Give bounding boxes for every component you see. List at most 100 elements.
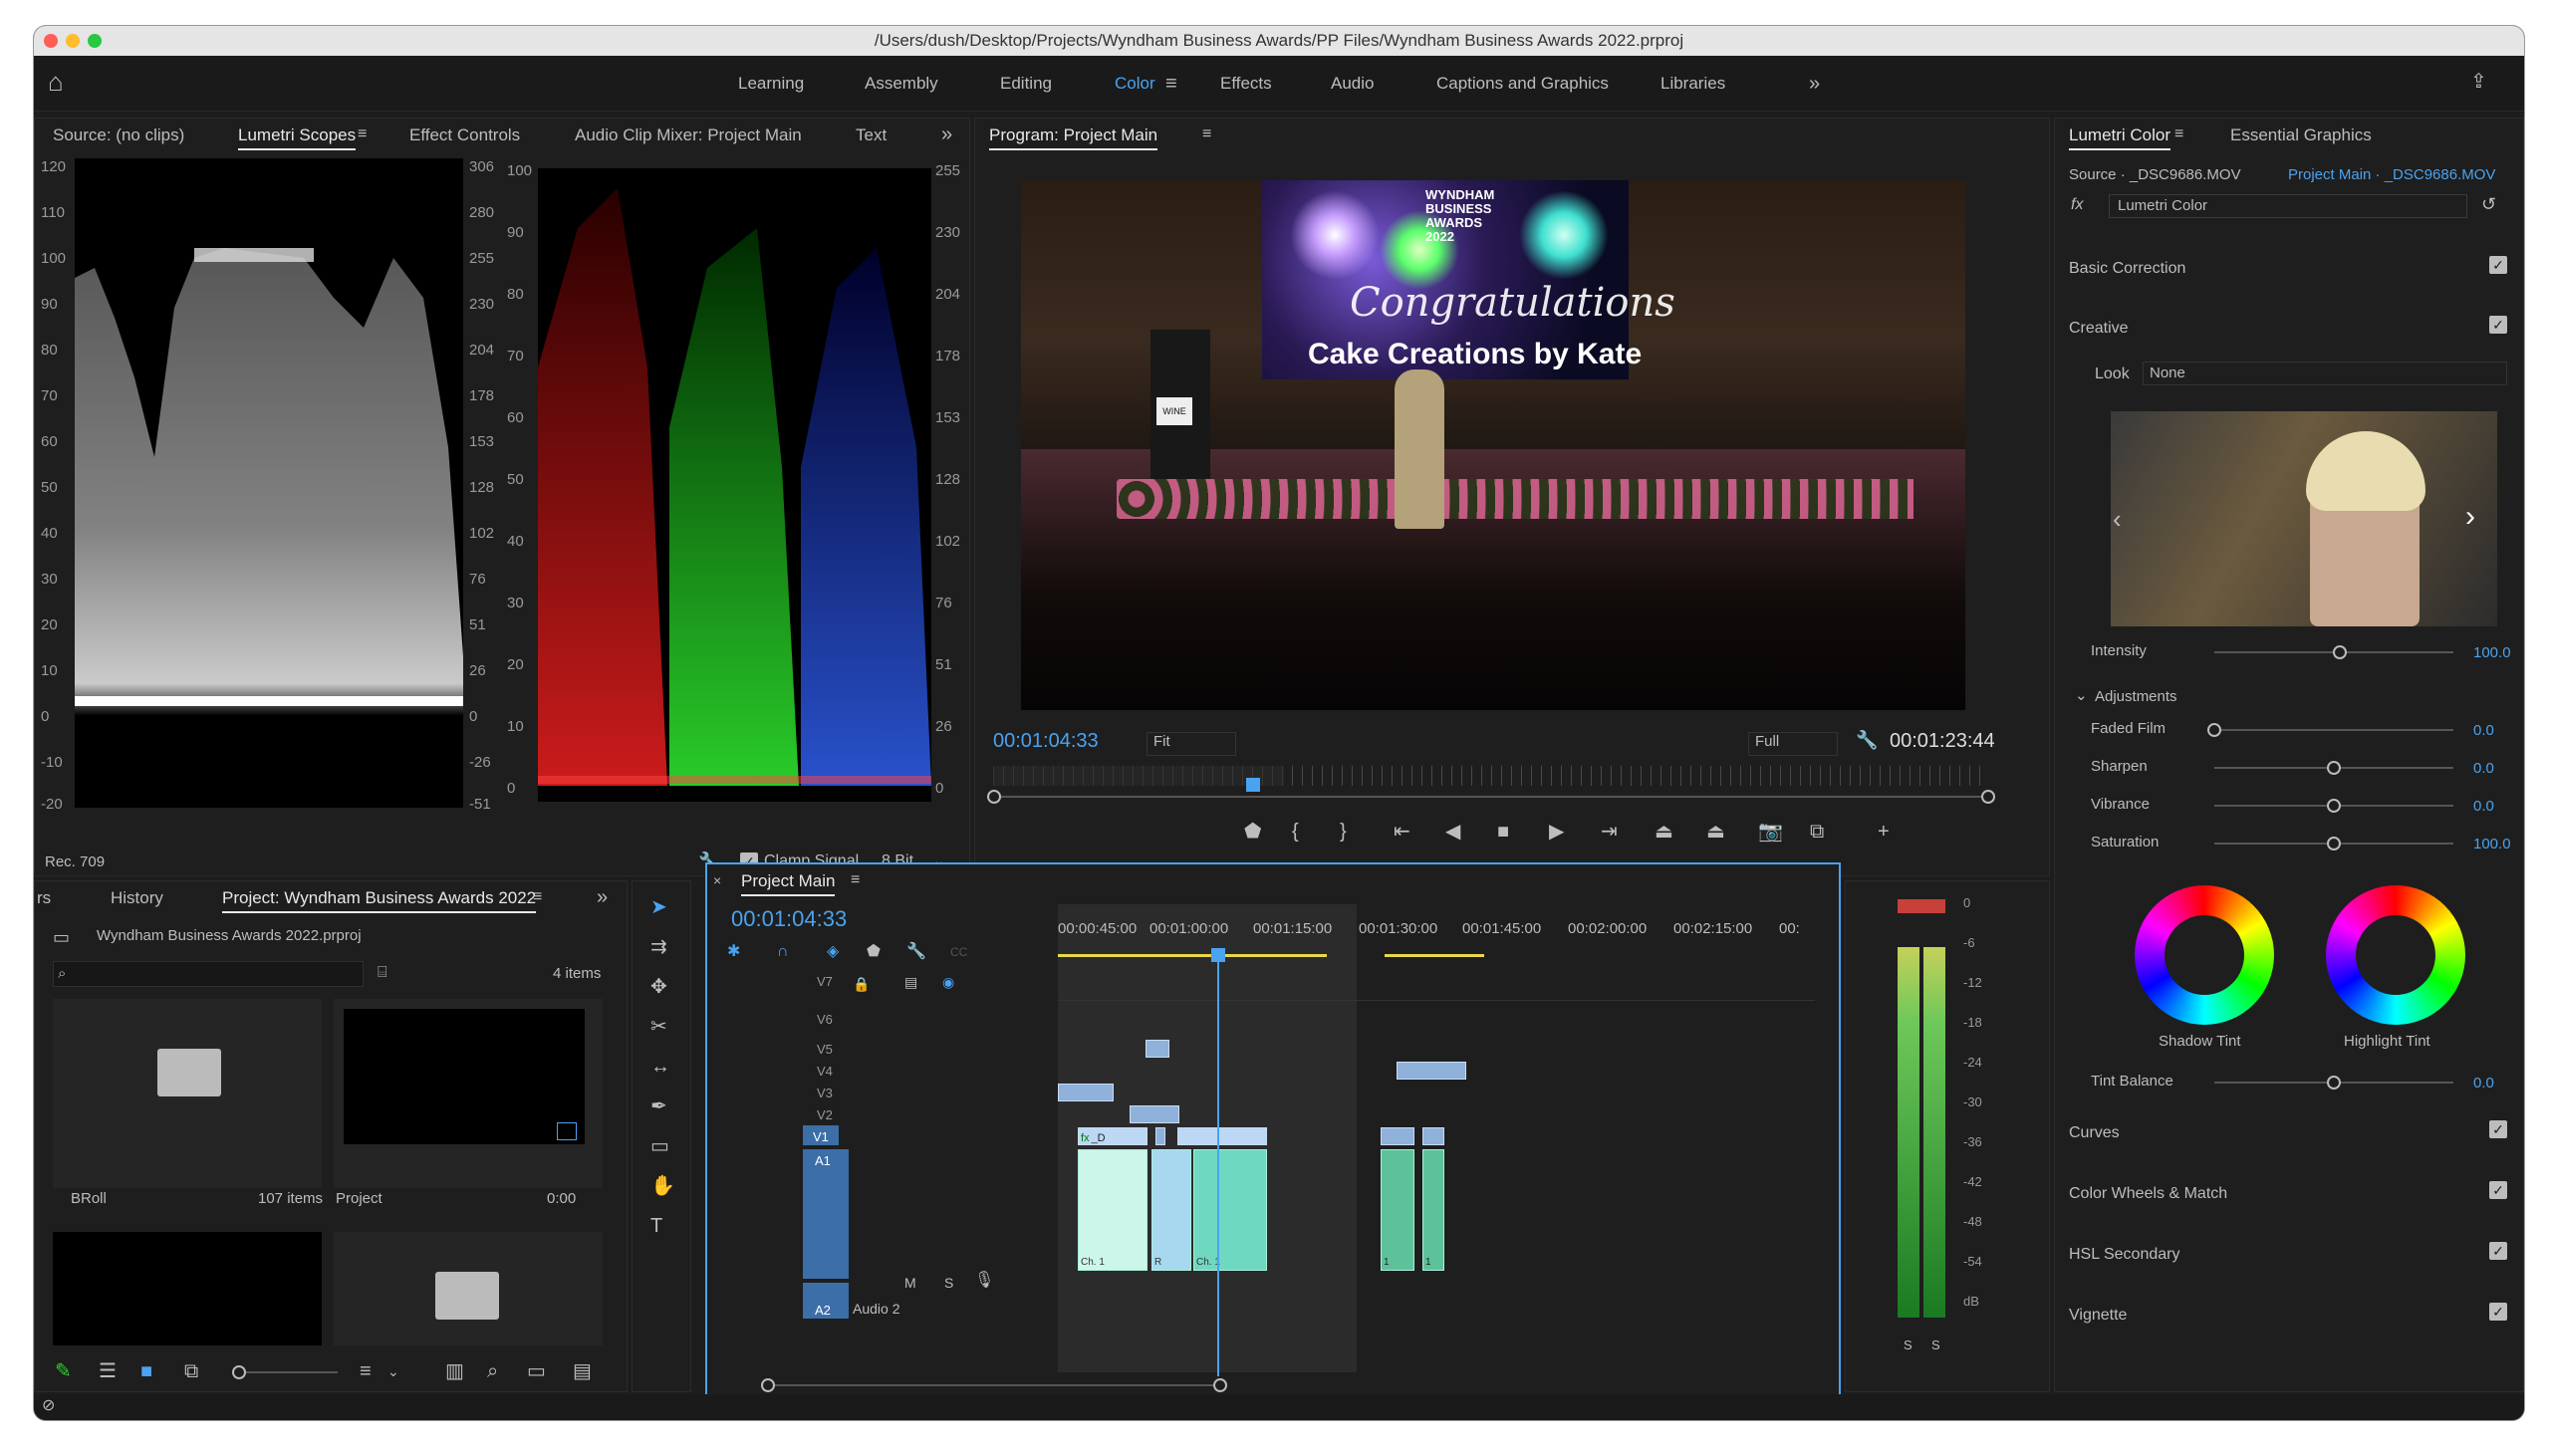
step-forward-icon[interactable]: ▶ [1549, 820, 1564, 844]
section-vignette[interactable]: Vignette [2069, 1307, 2127, 1325]
resolution-select[interactable]: Full [1748, 732, 1838, 756]
list-view-icon[interactable]: ☰ [99, 1359, 117, 1383]
find-icon[interactable]: ⌕ [487, 1359, 498, 1383]
video-clip[interactable] [1130, 1105, 1179, 1123]
hsl-secondary-checkbox[interactable]: ✓ [2489, 1242, 2507, 1260]
mark-out-icon[interactable]: } [1340, 820, 1347, 844]
source-clip[interactable]: Source · _DSC9686.MOV [2069, 166, 2241, 183]
sort-icon[interactable]: ≡ [360, 1359, 372, 1383]
new-search-bin-icon[interactable]: ⌸ [378, 961, 387, 985]
go-to-in-icon[interactable]: ⇤ [1394, 820, 1410, 844]
type-tool-icon[interactable]: T [650, 1214, 662, 1238]
program-timecode[interactable]: 00:01:04:33 [993, 730, 1099, 753]
tab-audio-clip-mixer[interactable]: Audio Clip Mixer: Project Main [575, 119, 802, 152]
scroll-handle-right[interactable] [1213, 1378, 1227, 1392]
audio-clip[interactable]: 1 [1422, 1149, 1444, 1271]
workspace-menu-icon[interactable]: ≡ [1165, 72, 1177, 96]
workspace-editing[interactable]: Editing [1000, 56, 1052, 112]
video-clip[interactable] [1058, 1084, 1114, 1101]
track-label-a2[interactable]: A2 [815, 1303, 831, 1318]
video-clip[interactable] [1381, 1127, 1414, 1145]
new-item-icon[interactable]: ▤ [573, 1359, 592, 1383]
workspace-effects[interactable]: Effects [1220, 56, 1272, 112]
wrench-icon[interactable]: 🔧 [1856, 728, 1878, 752]
step-back-icon[interactable]: ◀ [1445, 820, 1460, 844]
tab-truncated[interactable]: rs [37, 881, 51, 915]
vignette-checkbox[interactable]: ✓ [2489, 1303, 2507, 1321]
toggle-sync-icon[interactable]: ▤ [904, 970, 917, 994]
color-wheels-checkbox[interactable]: ✓ [2489, 1181, 2507, 1199]
video-clip[interactable] [1397, 1062, 1466, 1080]
section-basic-correction[interactable]: Basic Correction [2069, 260, 2185, 278]
section-creative[interactable]: Creative [2069, 320, 2129, 338]
zoom-scrollbar[interactable] [993, 796, 1989, 798]
zoom-select[interactable]: Fit [1147, 732, 1236, 756]
more-workspaces-icon[interactable]: » [1809, 72, 1820, 96]
slider-handle[interactable] [232, 1365, 246, 1379]
solo-button[interactable]: S [944, 1275, 953, 1291]
workspace-learning[interactable]: Learning [738, 56, 804, 112]
linked-selection-icon[interactable]: ◈ [827, 940, 839, 964]
tab-project[interactable]: Project: Wyndham Business Awards 2022 [222, 881, 537, 915]
bin-broll[interactable] [53, 999, 322, 1188]
track-label-v1[interactable]: V1 [813, 1129, 829, 1144]
tab-source[interactable]: Source: (no clips) [53, 119, 184, 152]
slider-handle[interactable] [2327, 837, 2341, 850]
section-curves[interactable]: Curves [2069, 1124, 2120, 1142]
add-marker-icon[interactable]: ⬟ [1244, 820, 1261, 844]
section-color-wheels[interactable]: Color Wheels & Match [2069, 1185, 2227, 1203]
status-icon[interactable]: ⊘ [42, 1394, 55, 1418]
icon-view-icon[interactable]: ■ [140, 1359, 152, 1383]
razor-tool-icon[interactable]: ✂ [650, 1015, 667, 1039]
rectangle-tool-icon[interactable]: ▭ [650, 1134, 669, 1158]
adjustments-label[interactable]: Adjustments [2095, 688, 2177, 705]
timeline-playhead[interactable] [1217, 948, 1219, 1376]
tab-lumetri-color[interactable]: Lumetri Color [2069, 119, 2171, 152]
section-hsl-secondary[interactable]: HSL Secondary [2069, 1246, 2179, 1264]
tint-balance-value[interactable]: 0.0 [2473, 1075, 2494, 1092]
video-clip[interactable] [1422, 1127, 1444, 1145]
track-label-v6[interactable]: V6 [817, 1012, 833, 1027]
track-label-v3[interactable]: V3 [817, 1086, 833, 1100]
sequence-project[interactable] [334, 999, 603, 1188]
intensity-value[interactable]: 100.0 [2473, 644, 2511, 661]
video-clip[interactable] [1155, 1127, 1165, 1145]
shadow-tint-wheel[interactable] [2135, 885, 2274, 1025]
mark-in-icon[interactable]: { [1292, 820, 1299, 844]
video-clip[interactable] [1177, 1127, 1267, 1145]
export-frame-icon[interactable]: 📷 [1758, 820, 1783, 844]
thumbnail-item[interactable] [53, 1232, 322, 1345]
tab-effect-controls[interactable]: Effect Controls [409, 119, 520, 152]
workspace-color[interactable]: Color [1115, 56, 1155, 112]
faded-film-slider[interactable] [2207, 723, 2453, 737]
pencil-icon[interactable]: ✎ [55, 1359, 72, 1383]
close-icon[interactable]: × [713, 868, 721, 892]
tint-balance-slider[interactable] [2214, 1076, 2453, 1090]
pen-tool-icon[interactable]: ✒ [650, 1094, 667, 1118]
tab-lumetri-scopes[interactable]: Lumetri Scopes [238, 119, 357, 152]
track-label-v2[interactable]: V2 [817, 1107, 833, 1122]
reset-icon[interactable]: ↺ [2481, 192, 2496, 216]
chevron-down-icon[interactable]: ⌄ [387, 1359, 399, 1383]
panel-menu-icon[interactable]: ≡ [533, 885, 542, 909]
automate-icon[interactable]: ▥ [445, 1359, 464, 1383]
slider-handle[interactable] [2333, 645, 2347, 659]
intensity-slider[interactable] [2214, 645, 2453, 659]
look-select[interactable]: None [2143, 362, 2507, 385]
comparison-view-icon[interactable]: ⧉ [1810, 820, 1824, 844]
extract-icon[interactable]: ⏏ [1706, 820, 1725, 844]
panel-menu-icon[interactable]: ≡ [851, 868, 860, 892]
timeline-scrollbar[interactable] [767, 1384, 1225, 1386]
folder-item[interactable] [334, 1232, 603, 1345]
panel-menu-icon[interactable]: ≡ [358, 122, 367, 146]
track-select-tool-icon[interactable]: ⇉ [650, 935, 667, 959]
eye-icon[interactable]: ◉ [942, 970, 954, 994]
faded-film-value[interactable]: 0.0 [2473, 722, 2494, 739]
close-window-button[interactable] [44, 34, 58, 48]
button-editor-icon[interactable]: + [1878, 820, 1890, 844]
timeline-timecode[interactable]: 00:01:04:33 [731, 906, 847, 932]
highlight-tint-wheel[interactable] [2326, 885, 2465, 1025]
go-to-out-icon[interactable]: ⇥ [1601, 820, 1618, 844]
panel-menu-icon[interactable]: ≡ [2174, 122, 2183, 146]
track-label-v4[interactable]: V4 [817, 1064, 833, 1079]
